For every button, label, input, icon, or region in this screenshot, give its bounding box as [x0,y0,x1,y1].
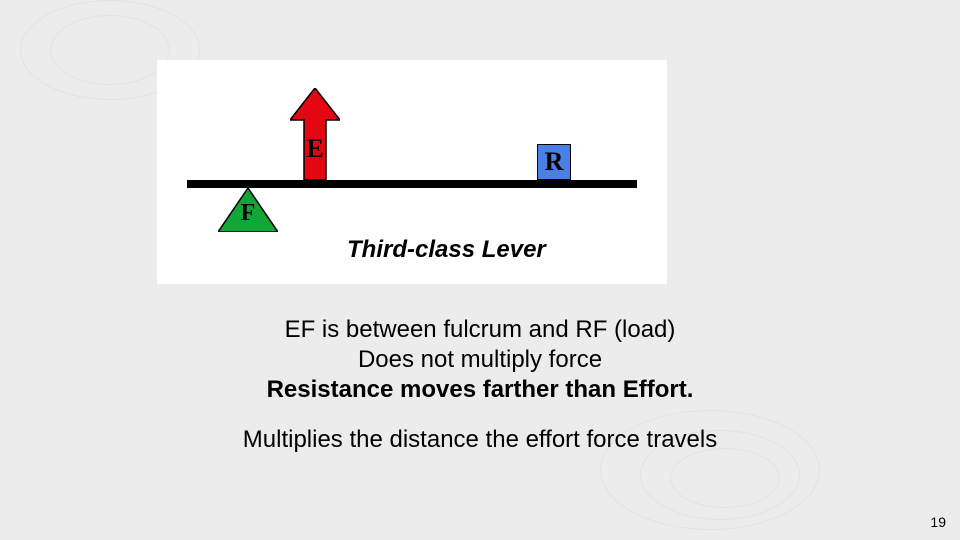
lever-beam [187,180,637,188]
body-text-line: EF is between fulcrum and RF (load) [0,316,960,344]
background-ripple [50,15,170,85]
resistance-box: R [537,144,571,180]
fulcrum-label: F [234,200,262,227]
lever-diagram: E R F Third-class Lever [157,60,667,284]
body-text-line: Multiplies the distance the effort force… [0,426,960,454]
diagram-title: Third-class Lever [347,236,546,264]
page-number: 19 [930,514,946,530]
body-text-line: Does not multiply force [0,346,960,374]
background-ripple [670,448,780,508]
resistance-label: R [545,147,564,177]
effort-label: E [292,134,338,164]
body-text-line-bold: Resistance moves farther than Effort. [0,376,960,404]
